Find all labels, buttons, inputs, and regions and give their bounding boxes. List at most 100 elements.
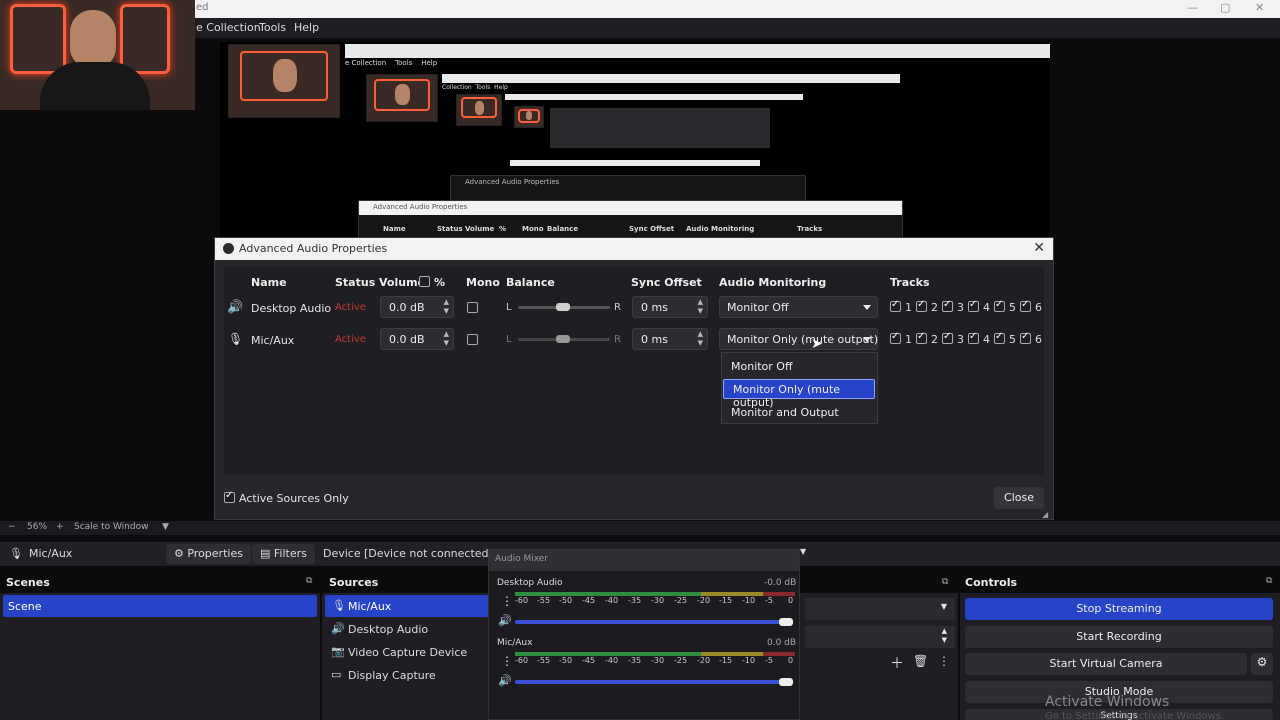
- nested-hdr-monitoring: Audio Monitoring: [686, 225, 755, 233]
- sync-spinbox-desktop-audio[interactable]: 0 ms ▲ ▼: [632, 296, 708, 318]
- nested-menu-a-2: Help: [421, 59, 438, 67]
- source-item-mic-aux[interactable]: Mic/Aux: [348, 600, 391, 613]
- scale-tick: -50: [559, 596, 573, 605]
- monitoring-combo-mic-aux[interactable]: Monitor Only (mute output): [719, 328, 878, 350]
- scene-item-selected[interactable]: [3, 595, 317, 617]
- active-sources-only-checkbox[interactable]: [224, 490, 235, 503]
- close-icon[interactable]: ✕: [1255, 1, 1264, 14]
- header-mono: Mono: [466, 276, 500, 289]
- gear-icon[interactable]: ⚙: [1251, 653, 1273, 675]
- scene-item[interactable]: Scene: [8, 600, 42, 613]
- option-monitor-only[interactable]: Monitor Only (mute output): [723, 379, 875, 409]
- spin-arrows-icon[interactable]: ▲ ▼: [444, 330, 449, 348]
- track-checkbox[interactable]: [968, 299, 979, 312]
- menu-help[interactable]: Help: [294, 21, 319, 34]
- stop-streaming-button[interactable]: Stop Streaming: [965, 598, 1273, 620]
- track-checkbox[interactable]: [916, 331, 927, 344]
- start-recording-button[interactable]: Start Recording: [965, 626, 1273, 648]
- nested-hdr-volume: Volume: [465, 225, 495, 233]
- track-label: 4: [983, 301, 990, 314]
- balance-handle[interactable]: [556, 303, 570, 311]
- maximize-icon[interactable]: ▢: [1220, 1, 1230, 14]
- zoom-level: 56%: [27, 522, 48, 532]
- trash-icon[interactable]: 🗑: [913, 654, 928, 668]
- track-checkbox[interactable]: [994, 299, 1005, 312]
- scale-tick: 0: [788, 596, 794, 605]
- more-options-icon[interactable]: ⋮: [938, 654, 950, 668]
- spin-arrows-icon: ▲ ▼: [941, 627, 947, 644]
- chevron-down-icon[interactable]: ▼: [162, 522, 169, 532]
- track-checkbox[interactable]: [942, 331, 953, 344]
- speaker-icon[interactable]: 🔊: [498, 674, 512, 687]
- undock-icon[interactable]: ⧉: [1266, 576, 1272, 586]
- volume-spinbox-desktop-audio[interactable]: 0.0 dB ▲ ▼: [380, 296, 454, 318]
- speaker-icon[interactable]: 🔊: [498, 614, 512, 627]
- track-checkbox[interactable]: [994, 331, 1005, 344]
- track-checkbox[interactable]: [890, 331, 901, 344]
- menu-tools[interactable]: Tools: [259, 21, 286, 34]
- scale-tick: -50: [559, 656, 573, 665]
- spin-arrows-icon[interactable]: ▲ ▼: [698, 298, 703, 316]
- header-name: Name: [251, 276, 287, 289]
- zoom-out-icon[interactable]: −: [8, 522, 16, 532]
- track-checkbox[interactable]: [942, 299, 953, 312]
- scale-tick: -45: [582, 656, 596, 665]
- balance-handle[interactable]: [556, 335, 570, 343]
- volume-handle[interactable]: [779, 678, 793, 686]
- filters-label: Filters: [273, 547, 307, 560]
- track-checkbox[interactable]: [1020, 331, 1031, 344]
- option-monitor-off[interactable]: Monitor Off: [722, 357, 877, 377]
- row-status-mic-aux: Active: [335, 334, 366, 345]
- balance-right-label: R: [614, 302, 621, 313]
- source-item-display-capture[interactable]: Display Capture: [348, 669, 436, 682]
- more-options-icon[interactable]: ⋮: [501, 594, 513, 608]
- volume-slider-desktop-audio[interactable]: [515, 620, 791, 624]
- mouse-cursor-icon: ➤: [811, 336, 823, 352]
- mono-checkbox-desktop-audio[interactable]: [467, 302, 478, 313]
- transition-combo[interactable]: ▼: [805, 598, 955, 620]
- track-checkbox[interactable]: [890, 299, 901, 312]
- scale-tick: -35: [628, 656, 642, 665]
- mixer-channel-mic-aux: Mic/Aux: [497, 638, 533, 648]
- window-title: ed: [196, 2, 209, 13]
- menu-scene-collection[interactable]: e Collection: [196, 21, 261, 34]
- close-button[interactable]: Close: [994, 487, 1044, 509]
- mono-checkbox-mic-aux[interactable]: [467, 334, 478, 345]
- scale-tick: -60: [515, 656, 529, 665]
- monitoring-combo-desktop-audio[interactable]: Monitor Off: [719, 296, 878, 318]
- nested-hdr-status: Status: [437, 225, 463, 233]
- filters-button[interactable]: ▤ Filters: [252, 544, 315, 564]
- zoom-in-icon[interactable]: +: [56, 522, 64, 532]
- minimize-icon[interactable]: —: [1187, 1, 1198, 14]
- properties-button[interactable]: ⚙ Properties: [166, 544, 251, 564]
- undock-icon[interactable]: ⧉: [942, 577, 948, 587]
- controls-title: Controls: [965, 576, 1018, 589]
- more-options-icon[interactable]: ⋮: [501, 654, 513, 668]
- scale-mode[interactable]: Scale to Window: [74, 522, 148, 532]
- source-item-desktop-audio[interactable]: Desktop Audio: [348, 623, 428, 636]
- volume-percent-checkbox[interactable]: [419, 276, 430, 287]
- start-virtual-camera-button[interactable]: Start Virtual Camera: [965, 653, 1247, 675]
- volume-handle[interactable]: [779, 618, 793, 626]
- volume-spinbox-mic-aux[interactable]: 0.0 dB ▲ ▼: [380, 328, 454, 350]
- chevron-down-icon[interactable]: ▼: [800, 547, 806, 556]
- spin-arrows-icon[interactable]: ▲ ▼: [444, 298, 449, 316]
- option-monitor-and-output[interactable]: Monitor and Output: [722, 403, 877, 423]
- scale-tick: -25: [674, 656, 688, 665]
- scale-tick: 0: [788, 656, 794, 665]
- source-item-video-capture[interactable]: Video Capture Device: [348, 646, 467, 659]
- track-checkbox[interactable]: [968, 331, 979, 344]
- undock-icon[interactable]: ⧉: [306, 576, 312, 586]
- dialog-close-icon[interactable]: ✕: [1033, 240, 1045, 256]
- resize-grip-icon[interactable]: ◢: [1042, 510, 1048, 519]
- spin-arrows-icon[interactable]: ▲ ▼: [698, 330, 703, 348]
- activate-windows-watermark: Activate Windows: [1045, 694, 1170, 710]
- volume-slider-mic-aux[interactable]: [515, 680, 791, 684]
- add-icon[interactable]: ＋: [890, 653, 904, 673]
- track-checkbox[interactable]: [916, 299, 927, 312]
- duration-spinbox[interactable]: ▲ ▼: [805, 626, 955, 648]
- track-checkbox[interactable]: [1020, 299, 1031, 312]
- sync-spinbox-mic-aux[interactable]: 0 ms ▲ ▼: [632, 328, 708, 350]
- header-audio-monitoring: Audio Monitoring: [719, 276, 827, 289]
- mixer-channel-desktop-audio: Desktop Audio: [497, 578, 563, 588]
